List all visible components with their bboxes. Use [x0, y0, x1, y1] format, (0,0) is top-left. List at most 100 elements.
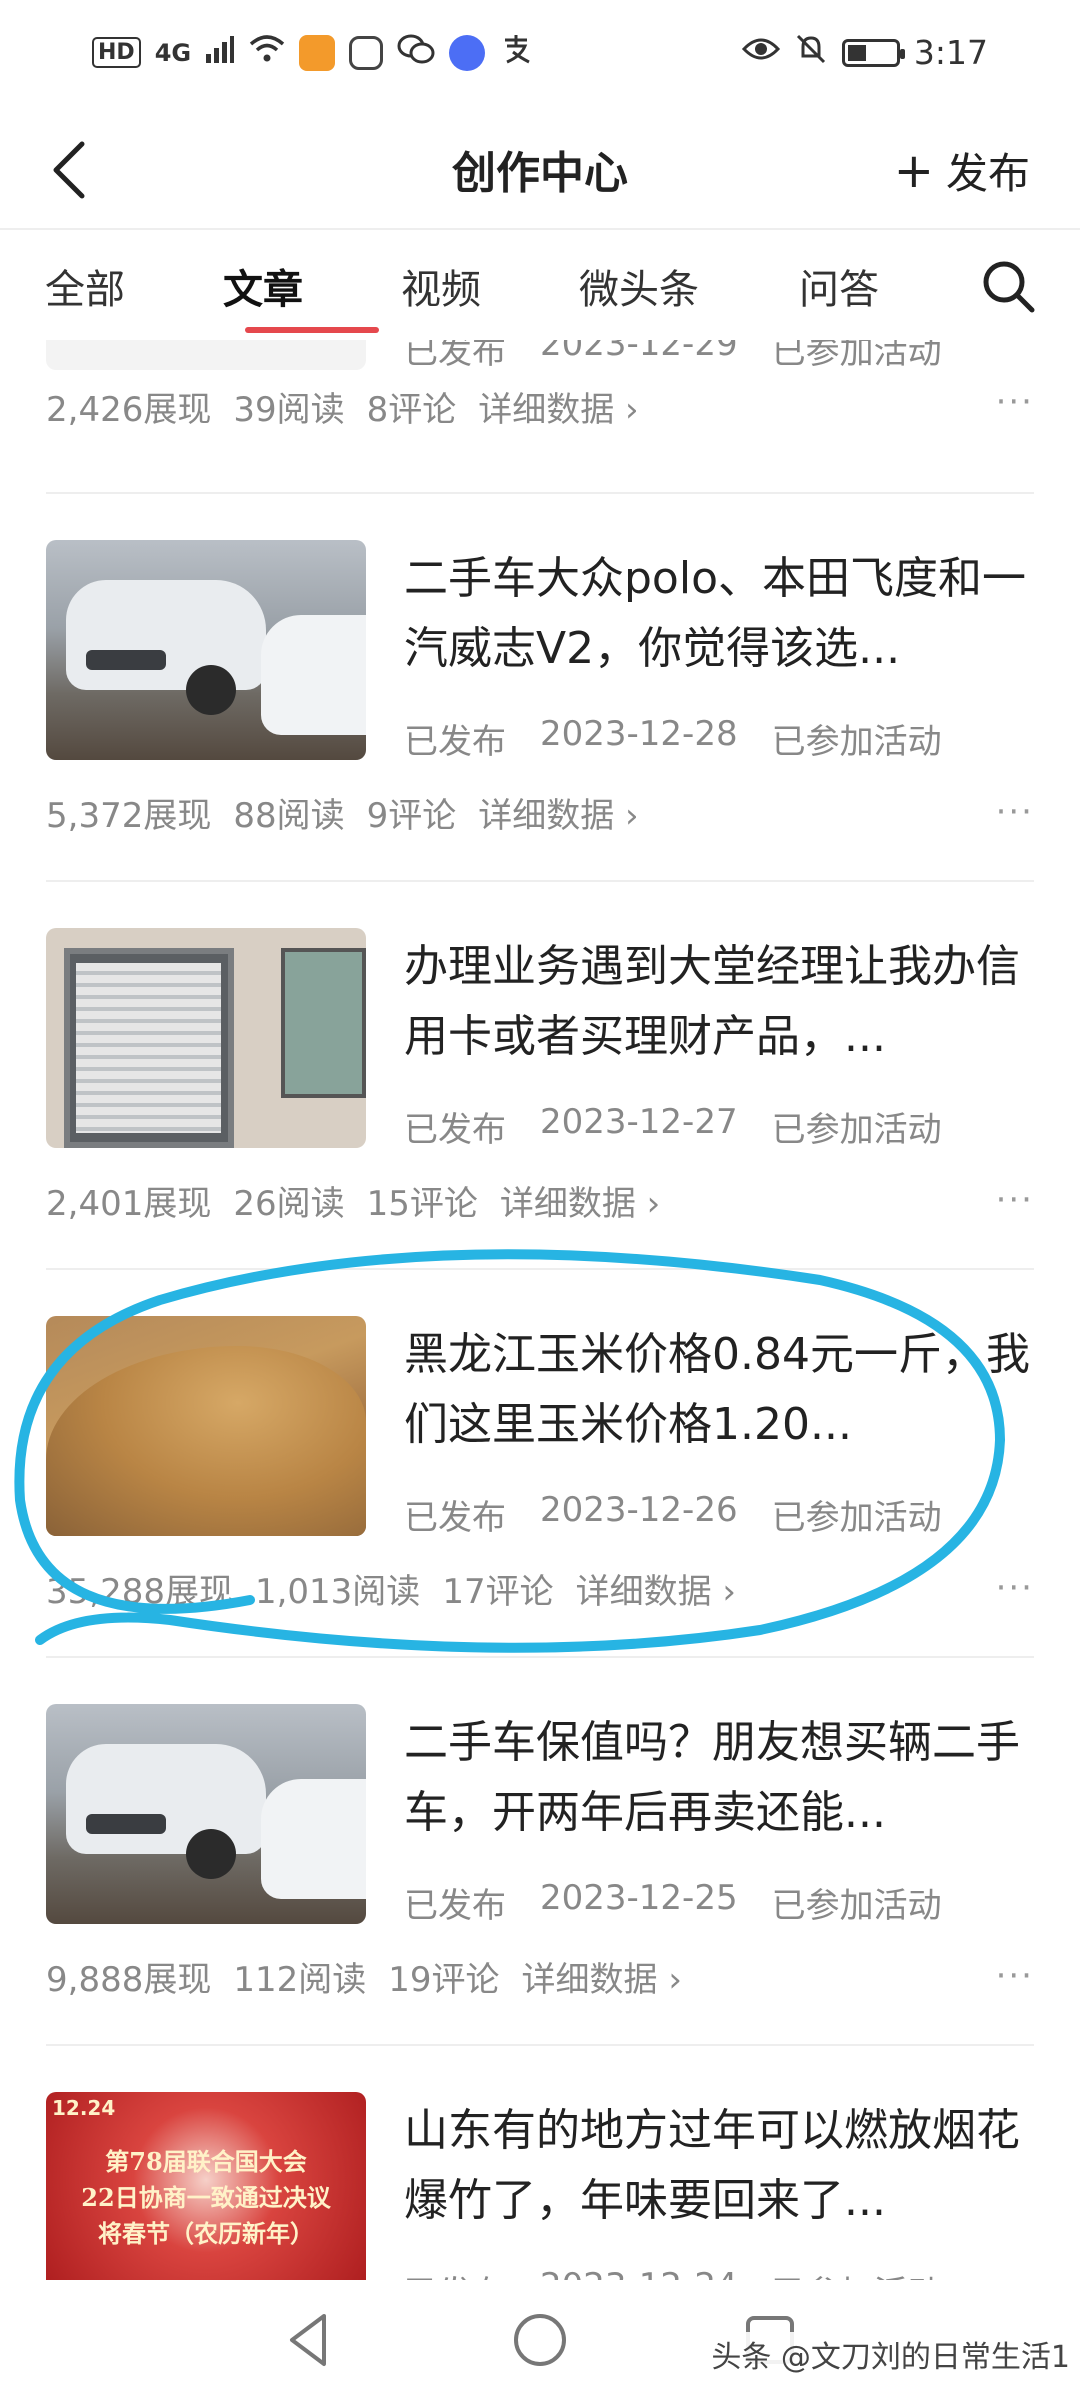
activity-tag: 已参加活动 — [772, 2266, 942, 2280]
status-text: 已发布 — [404, 1110, 506, 1150]
detail-data-link[interactable]: 详细数据 › — [522, 1952, 682, 2001]
clock: 3:17 — [913, 33, 988, 72]
article-title[interactable]: 山东有的地方过年可以燃放烟花爆竹了，年味要回来了... — [404, 2096, 1034, 2236]
article-meta: 已发布 2023-12-26 已参加活动 — [404, 1490, 942, 1539]
divider — [46, 492, 1034, 494]
reads-count: 26阅读 — [233, 1184, 345, 1224]
divider — [46, 880, 1034, 882]
article-thumbnail — [46, 928, 366, 1148]
status-text: 已发布 — [404, 1498, 506, 1538]
publish-button[interactable]: + 发布 — [894, 140, 1030, 201]
reads-count: 1,013阅读 — [254, 1572, 421, 1612]
article-thumbnail — [46, 1704, 366, 1924]
article-thumbnail — [46, 540, 366, 760]
article-meta: 已发布 2023-12-24 已参加活动 — [404, 2266, 942, 2280]
publish-date: 2023-12-26 — [540, 1490, 738, 1530]
article-thumbnail: 12.24 第78届联合国大会 22日协商一致通过决议 将春节（农历新年） — [46, 2092, 366, 2280]
publish-date: 2023-12-28 — [540, 714, 738, 754]
activity-tag: 已参加活动 — [771, 1110, 942, 1150]
list-item-stats: 2,426展现 39阅读 8评论 详细数据 › ··· — [46, 340, 1034, 430]
status-right: 3:17 — [741, 32, 988, 74]
article-title[interactable]: 二手车保值吗？朋友想买辆二手车，开两年后再卖还能... — [404, 1708, 1034, 1848]
status-bar: HD 4G 3:17 — [0, 0, 1080, 105]
detail-data-link[interactable]: 详细数据 › — [576, 1564, 736, 1613]
chevron-left-icon — [53, 141, 85, 199]
page-title: 创作中心 — [452, 148, 628, 199]
reads-count: 39阅读 — [233, 390, 345, 430]
views-count: 35,288展现 — [46, 1572, 233, 1612]
music-app-icon — [449, 34, 486, 71]
mute-bell-icon — [794, 32, 828, 74]
activity-tag: 已参加活动 — [771, 722, 942, 762]
signal-bars-icon — [205, 34, 235, 72]
activity-tag: 已参加活动 — [771, 1886, 942, 1926]
list-item[interactable]: 黑龙江玉米价格0.84元一斤，我们这里玉米价格1.20... 已发布 2023-… — [46, 1316, 1034, 1636]
views-count: 2,426展现 — [46, 390, 212, 430]
video-app-icon — [299, 34, 336, 71]
comments-count: 15评论 — [366, 1184, 478, 1224]
tab-videos[interactable]: 视频 — [401, 257, 579, 315]
hexagon-app-icon — [349, 35, 384, 70]
tab-articles[interactable]: 文章 — [223, 257, 401, 333]
article-title[interactable]: 黑龙江玉米价格0.84元一斤，我们这里玉米价格1.20... — [404, 1320, 1034, 1460]
eye-icon — [741, 35, 780, 71]
list-item[interactable]: 办理业务遇到大堂经理让我办信用卡或者买理财产品，... 已发布 2023-12-… — [46, 928, 1034, 1248]
plus-icon: + — [893, 142, 934, 199]
tab-micro-posts[interactable]: 微头条 — [579, 257, 799, 315]
publish-label: 发布 — [945, 149, 1030, 198]
more-options-button[interactable]: ··· — [996, 1956, 1034, 1996]
article-meta: 已发布 2023-12-27 已参加活动 — [404, 1102, 942, 1151]
list-item[interactable]: 二手车大众polo、本田飞度和一汽威志V2，你觉得该选... 已发布 2023-… — [46, 540, 1034, 860]
system-nav-bar: 头条 @文刀刘的日常生活1 — [0, 2280, 1080, 2400]
reads-count: 88阅读 — [233, 796, 345, 836]
search-button[interactable] — [976, 254, 1040, 318]
comments-count: 17评论 — [442, 1572, 554, 1612]
nav-back-button[interactable] — [280, 2310, 340, 2370]
status-text: 已发布 — [404, 2266, 506, 2280]
status-left: HD 4G — [92, 32, 533, 74]
caption-line: 将春节（农历新年） — [98, 2219, 314, 2248]
back-button[interactable] — [44, 138, 104, 202]
more-options-button[interactable]: ··· — [996, 1568, 1034, 1608]
article-title[interactable]: 办理业务遇到大堂经理让我办信用卡或者买理财产品，... — [404, 932, 1034, 1072]
triangle-back-icon — [290, 2314, 326, 2366]
list-item[interactable]: 12.24 第78届联合国大会 22日协商一致通过决议 将春节（农历新年） 山东… — [46, 2092, 1034, 2280]
detail-data-link[interactable]: 详细数据 › — [500, 1176, 660, 1225]
reads-count: 112阅读 — [233, 1960, 367, 2000]
article-list[interactable]: 已发布 2023-12-29 已参加活动 2,426展现 39阅读 8评论 详细… — [0, 340, 1080, 2280]
wifi-icon — [249, 34, 285, 72]
more-options-button[interactable]: ··· — [996, 1180, 1034, 1220]
article-stats: 2,426展现 39阅读 8评论 详细数据 › — [46, 382, 639, 431]
list-item[interactable]: 二手车保值吗？朋友想买辆二手车，开两年后再卖还能... 已发布 2023-12-… — [46, 1704, 1034, 2024]
activity-tag: 已参加活动 — [771, 1498, 942, 1538]
tab-all[interactable]: 全部 — [45, 257, 223, 315]
more-options-button[interactable]: ··· — [996, 792, 1034, 832]
caption-line: 22日协商一致通过决议 — [81, 2183, 331, 2212]
app-header: 创作中心 + 发布 — [0, 110, 1080, 230]
watermark: 头条 @文刀刘的日常生活1 — [711, 2332, 1070, 2376]
thumbnail-date: 12.24 — [52, 2096, 116, 2120]
publish-date: 2023-12-27 — [540, 1102, 738, 1142]
circle-home-icon — [514, 2314, 566, 2366]
article-title[interactable]: 二手车大众polo、本田飞度和一汽威志V2，你觉得该选... — [404, 544, 1034, 684]
tab-qa[interactable]: 问答 — [799, 257, 959, 315]
signal-indicator: 4G — [154, 38, 192, 67]
article-thumbnail — [46, 1316, 366, 1536]
article-meta: 已发布 2023-12-28 已参加活动 — [404, 714, 942, 763]
views-count: 2,401展现 — [46, 1184, 212, 1224]
status-text: 已发布 — [404, 722, 506, 762]
status-text: 已发布 — [404, 1886, 506, 1926]
nav-home-button[interactable] — [510, 2310, 570, 2370]
detail-data-link[interactable]: 详细数据 › — [478, 382, 638, 431]
thumbnail-caption: 第78届联合国大会 22日协商一致通过决议 将春节（农历新年） — [46, 2144, 366, 2252]
divider — [46, 2044, 1034, 2046]
more-options-button[interactable]: ··· — [996, 382, 1034, 422]
comments-count: 8评论 — [366, 390, 457, 430]
article-stats: 5,372展现 88阅读 9评论 详细数据 › — [46, 788, 639, 837]
article-stats: 2,401展现 26阅读 15评论 详细数据 › — [46, 1176, 660, 1225]
article-meta: 已发布 2023-12-25 已参加活动 — [404, 1878, 942, 1927]
detail-data-link[interactable]: 详细数据 › — [478, 788, 638, 837]
hd-badge: HD — [92, 37, 141, 68]
divider — [46, 1268, 1034, 1270]
publish-date: 2023-12-24 — [540, 2266, 738, 2280]
